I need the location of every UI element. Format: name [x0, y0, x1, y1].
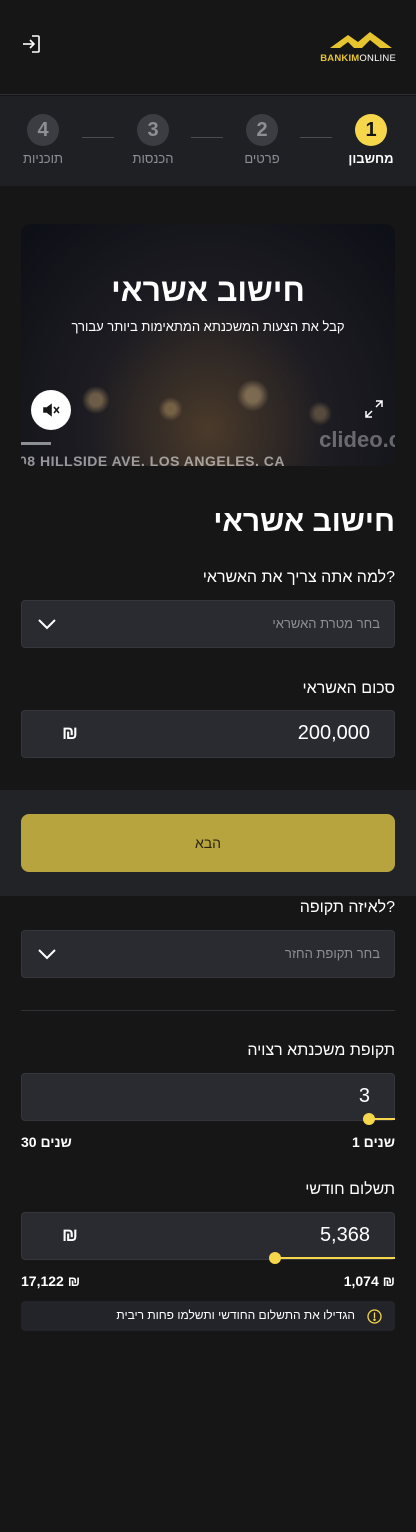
term-max-label: 30 שנים: [21, 1134, 72, 1150]
step-plans[interactable]: 4 תוכניות: [8, 114, 78, 166]
amount-label: סכום האשראי: [302, 680, 395, 697]
step-label: תוכניות: [23, 151, 63, 166]
info-tip: הגדילו את התשלום החודשי ותשלמו פחות ריבי…: [21, 1301, 395, 1331]
step-connector: [82, 137, 114, 138]
payment-input[interactable]: 5,368 ₪: [21, 1212, 395, 1260]
divider: [21, 1010, 395, 1011]
step-details[interactable]: 2 פרטים: [227, 114, 297, 166]
payment-min-label: 1,074 ₪: [343, 1273, 395, 1289]
payment-label: תשלום חודשי: [305, 1181, 395, 1198]
header: BANKIMONLINE: [0, 0, 416, 95]
payment-slider-thumb[interactable]: [269, 1252, 282, 1264]
speaker-muted-icon: [43, 403, 60, 417]
page-title: חישוב אשראי: [213, 505, 395, 538]
step-number: 1: [355, 114, 387, 146]
step-label: פרטים: [244, 151, 280, 166]
term-value: 3: [358, 1085, 370, 1107]
amount-value: 200,000: [297, 722, 370, 744]
purpose-label: למה אתה צריך את האשראי?: [202, 569, 395, 586]
progress-stepper: 1 מחשבון 2 פרטים 3 הכנסות 4 תוכניות: [0, 96, 416, 186]
step-label: מחשבון: [348, 151, 394, 166]
step-connector: [191, 137, 223, 138]
payment-slider-fill: [275, 1257, 395, 1259]
info-icon: [367, 1309, 382, 1324]
term-min-label: 1 שנים: [351, 1134, 395, 1150]
amount-input[interactable]: 200,000 ₪: [21, 710, 395, 758]
logo-roof-icon: [330, 32, 392, 48]
currency-symbol: ₪: [62, 1225, 78, 1245]
purpose-placeholder: בחר מטרת האשראי: [272, 616, 380, 631]
currency-symbol: ₪: [62, 723, 78, 743]
period-select[interactable]: בחר תקופת החזר: [21, 930, 395, 978]
mute-button[interactable]: [31, 390, 71, 430]
logo[interactable]: BANKIMONLINE: [320, 30, 396, 64]
fullscreen-icon[interactable]: [365, 400, 383, 418]
payment-value: 5,368: [319, 1224, 370, 1246]
logout-icon[interactable]: [20, 33, 42, 55]
chevron-down-icon: [38, 949, 56, 960]
step-income[interactable]: 3 הכנסות: [118, 114, 188, 166]
tip-text: הגדילו את התשלום החודשי ותשלמו פחות ריבי…: [116, 1308, 355, 1322]
term-input[interactable]: 3: [21, 1073, 395, 1121]
video-title: חישוב אשראי: [111, 272, 305, 308]
term-slider-thumb[interactable]: [362, 1113, 375, 1125]
step-connector: [300, 137, 332, 138]
step-number: 4: [27, 114, 59, 146]
next-bar: הבא: [0, 790, 416, 896]
period-placeholder: בחר תקופת החזר: [284, 946, 380, 961]
step-calculator[interactable]: 1 מחשבון: [336, 114, 406, 166]
video-subtitle: קבל את הצעות המשכנתא המתאימות ביותר עבור…: [71, 319, 345, 334]
video-scene: [21, 346, 395, 436]
video-caption: 08 HILLSIDE AVE, LOS ANGELES, CA: [21, 453, 285, 466]
intro-video[interactable]: חישוב אשראי קבל את הצעות המשכנתא המתאימו…: [21, 224, 395, 466]
purpose-select[interactable]: בחר מטרת האשראי: [21, 600, 395, 648]
period-label: לאיזה תקופה?: [299, 899, 395, 916]
next-button[interactable]: הבא: [21, 814, 395, 872]
payment-max-label: 17,122 ₪: [21, 1273, 81, 1289]
step-number: 3: [137, 114, 169, 146]
step-number: 2: [246, 114, 278, 146]
step-label: הכנסות: [132, 151, 174, 166]
video-progress[interactable]: [21, 442, 51, 445]
term-label: תקופת משכנתא רצויה: [247, 1042, 395, 1059]
chevron-down-icon: [38, 619, 56, 630]
logo-text: BANKIMONLINE: [320, 53, 396, 64]
watermark: clideo.c: [319, 427, 395, 452]
